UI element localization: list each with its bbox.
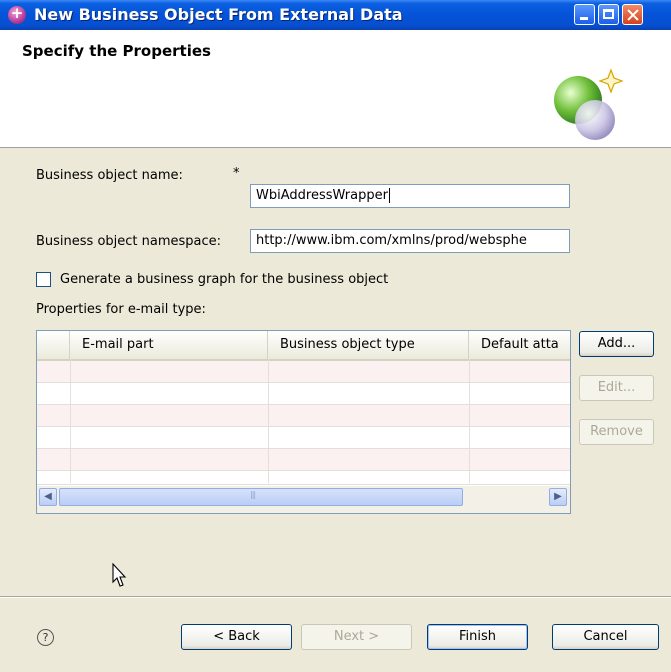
generate-graph-checkbox[interactable]	[36, 272, 51, 287]
column-header-default-attachment[interactable]: Default atta	[469, 331, 570, 359]
cancel-button[interactable]: Cancel	[552, 624, 659, 650]
remove-button[interactable]: Remove	[579, 419, 654, 445]
table-row[interactable]	[37, 405, 570, 427]
column-divider	[70, 359, 71, 483]
bo-name-input[interactable]: WbiAddressWrapper	[250, 184, 570, 208]
window-title: New Business Object From External Data	[34, 5, 403, 24]
scroll-right-icon[interactable]: ▶	[549, 488, 567, 506]
table-row[interactable]	[37, 383, 570, 405]
horizontal-scrollbar[interactable]: ◀ ▶	[37, 486, 570, 513]
page-title: Specify the Properties	[22, 42, 211, 60]
required-marker: *	[233, 166, 240, 181]
maximize-button[interactable]	[598, 4, 619, 25]
bo-namespace-label: Business object namespace:	[36, 234, 222, 249]
next-button[interactable]: Next >	[301, 624, 412, 650]
scroll-left-icon[interactable]: ◀	[39, 488, 57, 506]
help-icon[interactable]: ?	[37, 629, 54, 646]
column-header-email-part[interactable]: E-mail part	[70, 331, 268, 359]
scrollbar-thumb[interactable]	[59, 488, 463, 506]
properties-table[interactable]: E-mail part Business object type Default…	[36, 330, 571, 514]
title-bar[interactable]: New Business Object From External Data	[0, 0, 671, 30]
column-divider	[268, 359, 269, 483]
app-icon	[8, 4, 26, 24]
table-row[interactable]	[37, 361, 570, 383]
close-button[interactable]	[622, 4, 643, 25]
finish-button[interactable]: Finish	[427, 624, 528, 650]
table-row[interactable]	[37, 471, 570, 485]
table-row[interactable]	[37, 449, 570, 471]
footer-separator	[0, 596, 671, 598]
back-button[interactable]: < Back	[181, 624, 292, 650]
column-header-select[interactable]	[37, 331, 70, 359]
generate-graph-label[interactable]: Generate a business graph for the busine…	[60, 272, 388, 287]
bo-namespace-input[interactable]: http://www.ibm.com/xmlns/prod/websphe	[250, 229, 570, 253]
add-button[interactable]: Add...	[579, 331, 654, 357]
table-header: E-mail part Business object type Default…	[37, 331, 570, 361]
column-header-bo-type[interactable]: Business object type	[268, 331, 469, 359]
wizard-header: Specify the Properties	[0, 30, 671, 148]
minimize-button[interactable]	[574, 4, 595, 25]
edit-button[interactable]: Edit...	[579, 375, 654, 401]
wizard-spheres-icon	[554, 68, 624, 140]
table-row[interactable]	[37, 427, 570, 449]
bo-name-label: Business object name:	[36, 168, 183, 183]
column-divider	[469, 359, 470, 483]
mouse-cursor-icon	[112, 563, 127, 587]
properties-label: Properties for e-mail type:	[36, 302, 206, 317]
